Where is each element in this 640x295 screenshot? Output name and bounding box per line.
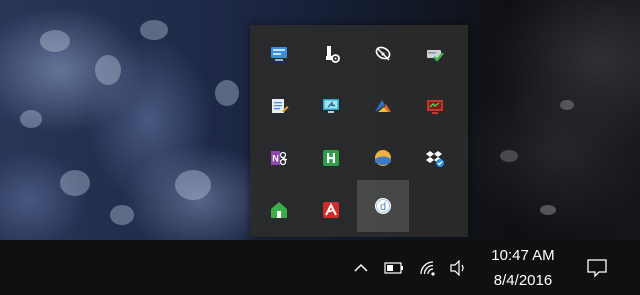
weather-sun-icon[interactable] [357,132,409,184]
onenote-clipper-icon[interactable]: N [253,132,305,184]
battery-status-button[interactable] [379,240,409,295]
svg-text:N: N [272,154,279,164]
notification-overflow-flyout: N d [250,25,468,237]
clock-date: 8/4/2016 [493,271,553,289]
chevron-up-icon [354,263,368,272]
wifi-icon [420,260,435,276]
clock-time: 10:47 AM [491,246,555,264]
network-manager-icon[interactable] [253,28,305,80]
satellite-dish-icon[interactable] [357,28,409,80]
home-app-icon[interactable] [253,184,305,236]
avira-antivirus-icon[interactable] [305,184,357,236]
colorful-app-icon[interactable] [357,80,409,132]
taskbar: 10:47 AM 8/4/2016 [0,240,640,295]
speaker-icon [450,259,464,276]
show-hidden-icons-button[interactable] [348,240,374,295]
battery-icon [384,261,403,274]
action-center-button[interactable] [578,240,616,295]
volume-button[interactable] [446,240,472,295]
notepad-edit-icon[interactable] [253,80,305,132]
wifi-status-button[interactable] [414,240,442,295]
h-app-icon[interactable] [305,132,357,184]
dropbox-sync-icon[interactable] [409,132,461,184]
usb-settings-icon[interactable] [305,28,357,80]
d-circle-app-icon[interactable]: d [357,180,409,232]
notification-icon [587,258,607,278]
disk-check-icon[interactable] [409,28,461,80]
red-monitor-app-icon[interactable] [409,80,461,132]
clock-button[interactable]: 10:47 AM 8/4/2016 [478,240,568,295]
svg-text:d: d [380,201,386,213]
remote-desktop-icon[interactable] [305,80,357,132]
